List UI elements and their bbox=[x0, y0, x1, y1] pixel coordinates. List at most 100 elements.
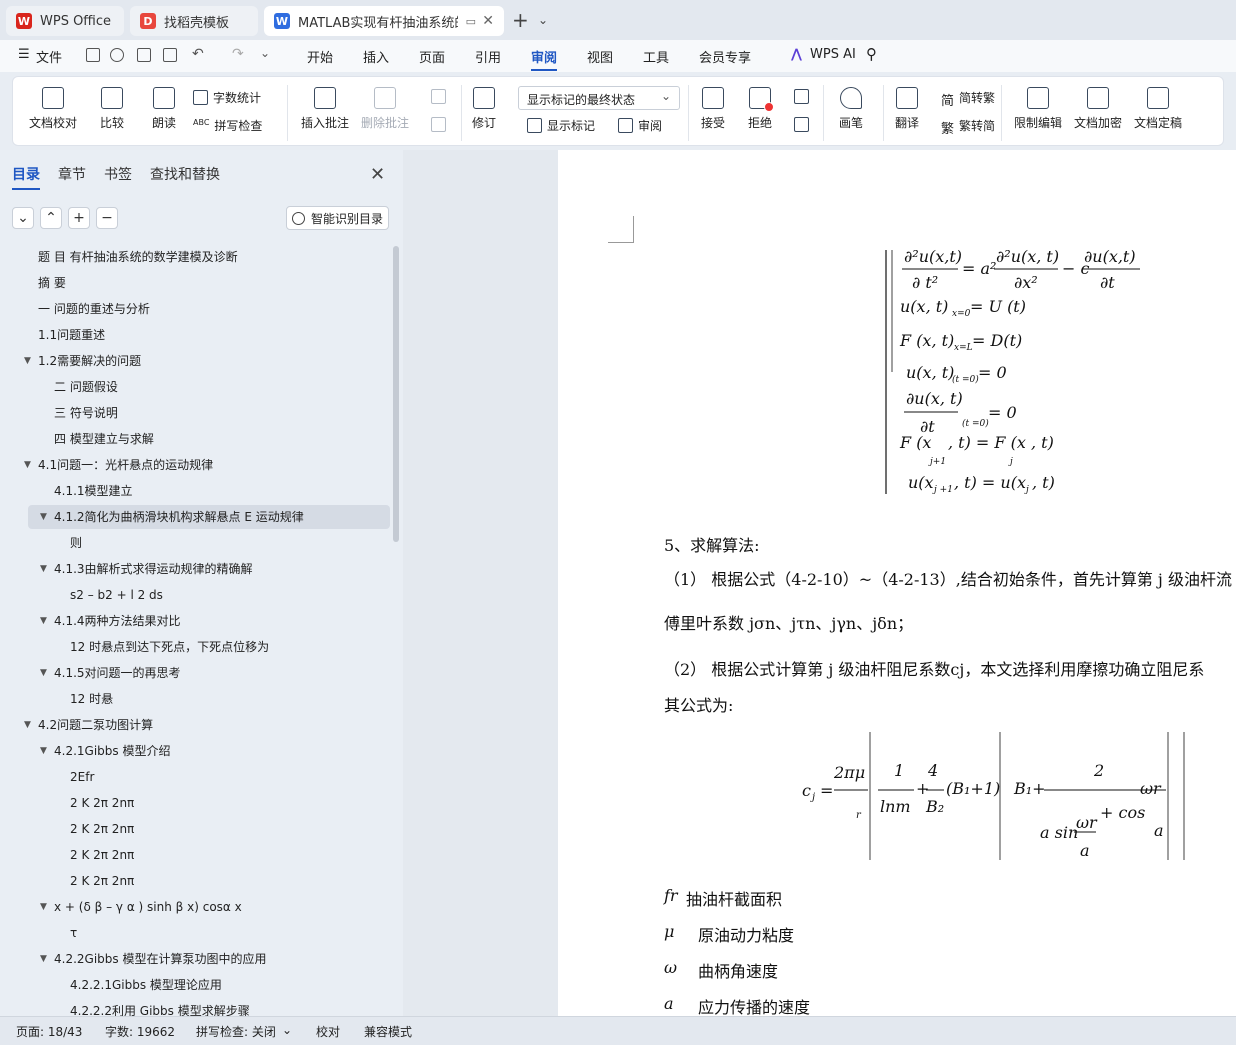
expand-triangle-icon[interactable]: ▼ bbox=[40, 506, 47, 528]
add-heading-button[interactable]: + bbox=[68, 207, 90, 229]
print-preview-icon[interactable] bbox=[163, 48, 177, 62]
spell-check-button[interactable]: ABC 拼写检查 bbox=[193, 117, 262, 134]
new-tab-icon[interactable]: + bbox=[512, 10, 529, 30]
toc-item[interactable]: ▼ 4.2问题二泵功图计算 bbox=[24, 714, 153, 736]
markup-state-select[interactable]: 显示标记的最终状态 ⌄ bbox=[518, 86, 680, 110]
expand-triangle-icon[interactable]: ▼ bbox=[40, 896, 47, 918]
save-icon[interactable] bbox=[86, 48, 100, 62]
menu-page[interactable]: 页面 bbox=[419, 47, 445, 66]
doc-check-button[interactable]: 文档校对 bbox=[29, 87, 77, 131]
prev-change-button[interactable] bbox=[794, 89, 814, 104]
toc-item[interactable]: ▼ 4.1.2简化为曲柄滑块机构求解悬点 E 运动规律 bbox=[40, 506, 304, 528]
expand-triangle-icon[interactable]: ▼ bbox=[40, 610, 47, 632]
expand-triangle-icon[interactable]: ▼ bbox=[40, 740, 47, 762]
spell-check-status[interactable]: 拼写检查: 关闭 bbox=[196, 1023, 276, 1040]
tab-wps-office[interactable]: W WPS Office bbox=[6, 6, 124, 36]
toc-item[interactable]: 4.2.2.1Gibbs 模型理论应用 bbox=[70, 974, 222, 996]
review-pane-button[interactable]: 审阅 bbox=[618, 117, 662, 134]
toc-item[interactable]: 2 K 2π 2nπ bbox=[70, 818, 134, 840]
toc-item[interactable]: 2 K 2π 2nπ bbox=[70, 870, 134, 892]
tab-toc[interactable]: 目录 bbox=[12, 164, 40, 190]
more-chevron-icon[interactable]: ⌄ bbox=[260, 46, 270, 60]
proofread-status[interactable]: 校对 bbox=[316, 1023, 340, 1040]
close-pane-icon[interactable]: ✕ bbox=[370, 164, 385, 185]
hamburger-icon[interactable]: ☰ bbox=[18, 47, 30, 62]
to-traditional-button[interactable]: 简 简转繁 bbox=[941, 89, 995, 109]
toc-item[interactable]: 4.2.2.2利用 Gibbs 模型求解步骤 bbox=[70, 1000, 250, 1016]
read-aloud-button[interactable]: 朗读 bbox=[152, 87, 176, 131]
toc-item[interactable]: 四 模型建立与求解 bbox=[54, 428, 154, 450]
toc-item[interactable]: 二 问题假设 bbox=[54, 376, 118, 398]
finalize-button[interactable]: 文档定稿 bbox=[1134, 87, 1182, 131]
expand-triangle-icon[interactable]: ▼ bbox=[24, 714, 31, 736]
expand-triangle-icon[interactable]: ▼ bbox=[40, 558, 47, 580]
menu-view[interactable]: 视图 bbox=[587, 47, 613, 66]
toc-item[interactable]: ▼ 1.2需要解决的问题 bbox=[24, 350, 141, 372]
prev-comment-button[interactable] bbox=[431, 89, 451, 104]
next-change-button[interactable] bbox=[794, 117, 814, 132]
close-tab-icon[interactable]: ✕ bbox=[482, 13, 494, 29]
reject-button[interactable]: 拒绝 bbox=[748, 87, 774, 131]
next-comment-button[interactable] bbox=[431, 117, 451, 132]
show-markup-button[interactable]: 显示标记 bbox=[527, 117, 595, 134]
toc-item[interactable]: 摘 要 bbox=[38, 272, 66, 294]
chevron-down-icon[interactable]: ⌄ bbox=[282, 1023, 292, 1037]
export-icon[interactable] bbox=[110, 48, 124, 62]
toc-item[interactable]: 1.1问题重述 bbox=[38, 324, 105, 346]
pen-button[interactable]: 画笔 bbox=[839, 87, 863, 131]
accept-button[interactable]: 接受 bbox=[701, 87, 725, 131]
toc-item[interactable]: 12 时悬点到达下死点，下死点位移为 bbox=[70, 636, 269, 658]
toc-item[interactable]: 三 符号说明 bbox=[54, 402, 118, 424]
print-icon[interactable] bbox=[137, 48, 151, 62]
delete-comment-button[interactable]: 删除批注 bbox=[361, 87, 409, 131]
search-icon[interactable]: ⚲ bbox=[866, 45, 877, 63]
collapse-down-button[interactable]: ⌄ bbox=[12, 207, 34, 229]
to-simplified-button[interactable]: 繁 繁转简 bbox=[941, 117, 995, 137]
collapse-up-button[interactable]: ⌃ bbox=[40, 207, 62, 229]
undo-icon[interactable]: ↶ bbox=[192, 46, 204, 62]
tab-template[interactable]: D 找稻壳模板 bbox=[130, 6, 258, 36]
menu-wps-ai[interactable]: WPS AI bbox=[810, 47, 856, 62]
compare-button[interactable]: 比较 bbox=[100, 87, 124, 131]
toc-item[interactable]: ▼ 4.1.3由解析式求得运动规律的精确解 bbox=[40, 558, 253, 580]
menu-insert[interactable]: 插入 bbox=[363, 47, 389, 66]
toc-item[interactable]: ▼ 4.1.5对问题一的再思考 bbox=[40, 662, 181, 684]
toc-item[interactable]: ▼ 4.2.1Gibbs 模型介绍 bbox=[40, 740, 170, 762]
toc-item[interactable]: ▼ 4.2.2Gibbs 模型在计算泵功图中的应用 bbox=[40, 948, 266, 970]
toc-item[interactable]: 一 问题的重述与分析 bbox=[38, 298, 150, 320]
expand-triangle-icon[interactable]: ▼ bbox=[24, 350, 31, 372]
toc-item[interactable]: s2 – b2 + l 2 ds bbox=[70, 584, 163, 606]
encrypt-button[interactable]: 文档加密 bbox=[1074, 87, 1122, 131]
tab-find-replace[interactable]: 查找和替换 bbox=[150, 164, 220, 190]
insert-comment-button[interactable]: 插入批注 bbox=[301, 87, 349, 131]
page-indicator[interactable]: 页面: 18/43 bbox=[16, 1023, 82, 1040]
remove-heading-button[interactable]: − bbox=[96, 207, 118, 229]
restrict-edit-button[interactable]: 限制编辑 bbox=[1014, 87, 1062, 131]
expand-triangle-icon[interactable]: ▼ bbox=[40, 662, 47, 684]
monitor-icon[interactable]: ▭ bbox=[466, 15, 476, 28]
word-count-button[interactable]: 字数统计 bbox=[193, 89, 261, 106]
menu-start[interactable]: 开始 bbox=[307, 47, 333, 66]
toc-item[interactable]: 4.1.1模型建立 bbox=[54, 480, 133, 502]
menu-reference[interactable]: 引用 bbox=[475, 47, 501, 66]
menu-file[interactable]: 文件 bbox=[36, 47, 62, 66]
menu-review[interactable]: 审阅 bbox=[531, 47, 558, 71]
tab-chapters[interactable]: 章节 bbox=[58, 164, 86, 190]
word-count-indicator[interactable]: 字数: 19662 bbox=[105, 1023, 175, 1040]
toc-item[interactable]: τ bbox=[70, 922, 77, 944]
toc-item[interactable]: ▼ 4.1.4两种方法结果对比 bbox=[40, 610, 181, 632]
tab-document[interactable]: W MATLAB实现有杆抽油系统的 ▭ ✕ bbox=[264, 6, 504, 36]
smart-toc-button[interactable]: 智能识别目录 bbox=[286, 206, 389, 230]
toc-scrollbar[interactable] bbox=[393, 246, 399, 542]
toc-item[interactable]: 2 K 2π 2nπ bbox=[70, 844, 134, 866]
toc-item[interactable]: 则 bbox=[70, 532, 82, 554]
document-page[interactable]: ∂²u(x,t) ∂ t² = a² ∂²u(x, t) ∂x² − c ∂u(… bbox=[558, 150, 1236, 1016]
redo-icon[interactable]: ↷ bbox=[232, 46, 244, 62]
toc-item[interactable]: 2 K 2π 2nπ bbox=[70, 792, 134, 814]
toc-item[interactable]: 2Efr bbox=[70, 766, 94, 788]
toc-item[interactable]: 题 目 有杆抽油系统的数学建模及诊断 bbox=[38, 246, 238, 268]
menu-member[interactable]: 会员专享 bbox=[699, 47, 751, 66]
tab-bookmarks[interactable]: 书签 bbox=[104, 164, 132, 190]
toc-item[interactable]: 12 时悬 bbox=[70, 688, 113, 710]
chevron-down-icon[interactable]: ⌄ bbox=[538, 13, 548, 27]
